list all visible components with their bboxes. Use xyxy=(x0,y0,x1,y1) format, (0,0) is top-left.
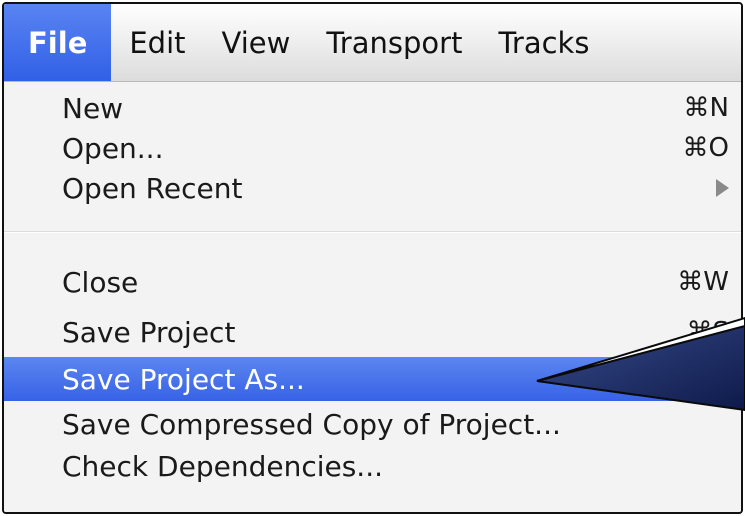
menu-item-save-compressed-copy[interactable]: Save Compressed Copy of Project... xyxy=(4,404,741,444)
menu-item-label: Save Project As... xyxy=(62,362,305,396)
menu-bar: File Edit View Transport Tracks xyxy=(4,4,741,82)
menu-separator xyxy=(4,231,741,233)
menu-item-label: Open Recent xyxy=(62,171,243,205)
menu-edit[interactable]: Edit xyxy=(111,4,203,81)
menu-item-close[interactable]: Close ⌘W xyxy=(4,262,741,302)
shortcut-label: ⌘S xyxy=(686,317,729,347)
menu-item-label: Close xyxy=(62,265,139,299)
menu-transport[interactable]: Transport xyxy=(308,4,480,81)
menu-item-label: Open... xyxy=(62,131,164,165)
menu-item-open-recent[interactable]: Open Recent xyxy=(4,168,741,208)
shortcut-label: ⌘W xyxy=(677,267,729,297)
menu-tracks[interactable]: Tracks xyxy=(480,4,607,81)
submenu-arrow-icon xyxy=(716,179,729,197)
menu-item-new[interactable]: New ⌘N xyxy=(4,88,741,128)
menu-file[interactable]: File xyxy=(4,4,112,81)
menu-item-save-project-as[interactable]: Save Project As... xyxy=(4,357,741,401)
menu-item-save-project[interactable]: Save Project ⌘S xyxy=(4,312,741,352)
menu-item-label: Check Dependencies... xyxy=(62,449,384,483)
shortcut-label: ⌘N xyxy=(683,93,729,123)
app-window: File Edit View Transport Tracks New ⌘N O… xyxy=(2,2,743,514)
menu-item-label: Save Compressed Copy of Project... xyxy=(62,407,561,441)
menu-item-label: Save Project xyxy=(62,315,236,349)
menu-item-open[interactable]: Open... ⌘O xyxy=(4,128,741,168)
shortcut-label: ⌘O xyxy=(682,133,729,163)
menu-item-check-dependencies[interactable]: Check Dependencies... xyxy=(4,446,741,486)
file-menu-dropdown: New ⌘N Open... ⌘O Open Recent Close ⌘W S… xyxy=(4,82,741,512)
menu-view[interactable]: View xyxy=(204,4,309,81)
menu-item-label: New xyxy=(62,91,124,125)
